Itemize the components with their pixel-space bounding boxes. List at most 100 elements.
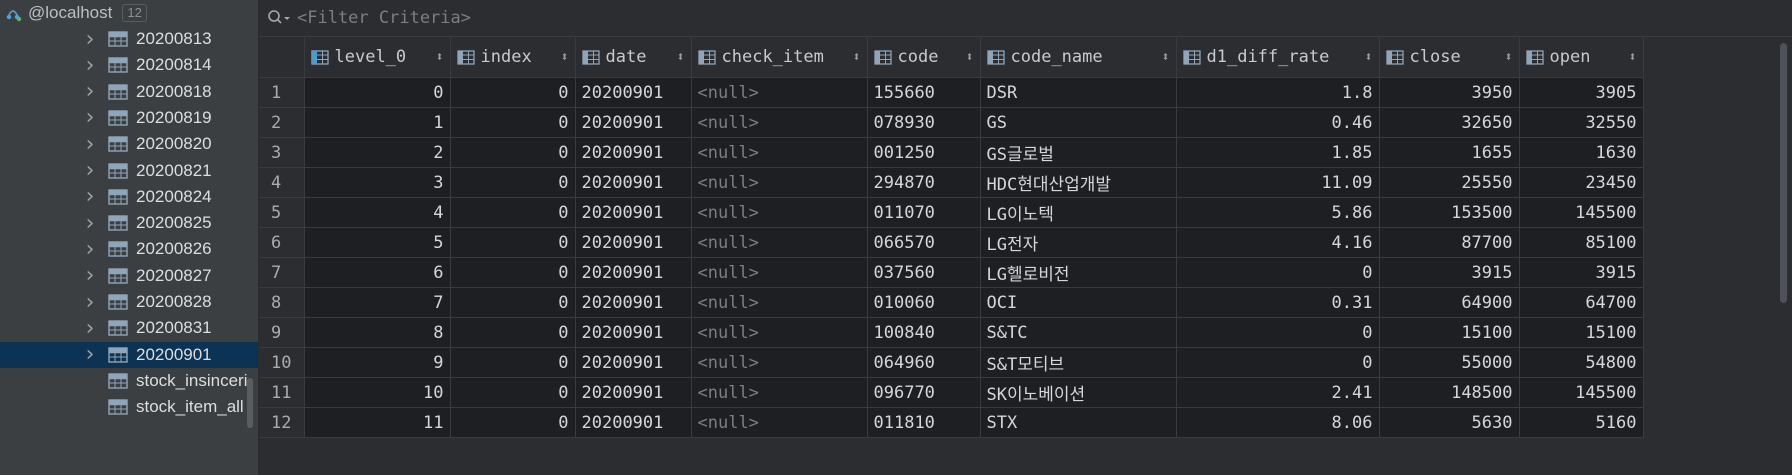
- column-header-code[interactable]: code ⬍: [867, 37, 981, 78]
- cell-code[interactable]: 001250: [867, 137, 981, 168]
- sort-icon[interactable]: ⬍: [1162, 50, 1170, 65]
- tree-item-20200901[interactable]: › 20200901: [0, 341, 258, 368]
- cell-code_name[interactable]: GS: [980, 107, 1177, 138]
- cell-code[interactable]: 011070: [867, 197, 981, 228]
- filter-criteria-input[interactable]: [295, 7, 899, 29]
- cell-open[interactable]: 85100: [1519, 227, 1644, 258]
- chevron-right-icon[interactable]: ›: [80, 132, 100, 157]
- tree-item-20200818[interactable]: › 20200818: [0, 79, 258, 105]
- cell-date[interactable]: 20200901: [575, 377, 692, 408]
- cell-d1_diff_rate[interactable]: 0: [1176, 347, 1380, 378]
- sort-icon[interactable]: ⬍: [561, 50, 569, 65]
- cell-code[interactable]: 100840: [867, 317, 981, 348]
- scroll-thumb[interactable]: [1780, 43, 1787, 303]
- column-header-close[interactable]: close ⬍: [1379, 37, 1520, 78]
- cell-check_item[interactable]: <null>: [691, 287, 868, 318]
- cell-index[interactable]: 0: [450, 107, 576, 138]
- cell-code_name[interactable]: LG이노텍: [980, 197, 1177, 228]
- cell-date[interactable]: 20200901: [575, 107, 692, 138]
- cell-date[interactable]: 20200901: [575, 167, 692, 198]
- tree-item-20200825[interactable]: › 20200825: [0, 210, 258, 236]
- cell-index[interactable]: 0: [450, 407, 576, 438]
- cell-level_0[interactable]: 7: [304, 287, 451, 318]
- cell-open[interactable]: 64700: [1519, 287, 1644, 318]
- cell-close[interactable]: 32650: [1379, 107, 1520, 138]
- cell-code[interactable]: 078930: [867, 107, 981, 138]
- cell-code_name[interactable]: STX: [980, 407, 1177, 438]
- cell-check_item[interactable]: <null>: [691, 377, 868, 408]
- cell-code[interactable]: 064960: [867, 347, 981, 378]
- cell-check_item[interactable]: <null>: [691, 107, 868, 138]
- cell-close[interactable]: 15100: [1379, 317, 1520, 348]
- cell-level_0[interactable]: 2: [304, 137, 451, 168]
- cell-date[interactable]: 20200901: [575, 287, 692, 318]
- table-row[interactable]: 9 8 0 20200901 <null> 100840 S&TC 0 15100 15100: [259, 317, 1644, 348]
- cell-close[interactable]: 5630: [1379, 407, 1520, 438]
- sort-icon[interactable]: ⬍: [436, 50, 444, 65]
- column-header-index[interactable]: index ⬍: [450, 37, 576, 78]
- cell-open[interactable]: 23450: [1519, 167, 1644, 198]
- sort-icon[interactable]: ⬍: [853, 50, 861, 65]
- cell-d1_diff_rate[interactable]: 0.46: [1176, 107, 1380, 138]
- cell-date[interactable]: 20200901: [575, 197, 692, 228]
- cell-code_name[interactable]: HDC현대산업개발: [980, 167, 1177, 198]
- table-row[interactable]: 8 7 0 20200901 <null> 010060 OCI 0.31 64900 64700: [259, 287, 1644, 318]
- cell-level_0[interactable]: 11: [304, 407, 451, 438]
- cell-code[interactable]: 294870: [867, 167, 981, 198]
- cell-check_item[interactable]: <null>: [691, 167, 868, 198]
- cell-close[interactable]: 64900: [1379, 287, 1520, 318]
- tree-item-20200819[interactable]: › 20200819: [0, 105, 258, 131]
- table-row[interactable]: 11 10 0 20200901 <null> 096770 SK이노베이션 2.41 1485…: [259, 377, 1644, 408]
- cell-date[interactable]: 20200901: [575, 227, 692, 258]
- cell-date[interactable]: 20200901: [575, 257, 692, 288]
- cell-code[interactable]: 096770: [867, 377, 981, 408]
- cell-close[interactable]: 148500: [1379, 377, 1520, 408]
- cell-level_0[interactable]: 9: [304, 347, 451, 378]
- cell-close[interactable]: 153500: [1379, 197, 1520, 228]
- cell-open[interactable]: 3905: [1519, 77, 1644, 108]
- table-row[interactable]: 3 2 0 20200901 <null> 001250 GS글로벌 1.85 1655 1630: [259, 137, 1644, 168]
- cell-code[interactable]: 037560: [867, 257, 981, 288]
- cell-index[interactable]: 0: [450, 347, 576, 378]
- column-header-level_0[interactable]: level_0 ⬍: [304, 37, 451, 78]
- column-header-check_item[interactable]: check_item ⬍: [691, 37, 868, 78]
- cell-check_item[interactable]: <null>: [691, 257, 868, 288]
- cell-d1_diff_rate[interactable]: 8.06: [1176, 407, 1380, 438]
- cell-check_item[interactable]: <null>: [691, 77, 868, 108]
- cell-date[interactable]: 20200901: [575, 77, 692, 108]
- tree-item-20200820[interactable]: › 20200820: [0, 131, 258, 157]
- cell-date[interactable]: 20200901: [575, 407, 692, 438]
- cell-index[interactable]: 0: [450, 77, 576, 108]
- cell-d1_diff_rate[interactable]: 1.85: [1176, 137, 1380, 168]
- sort-icon[interactable]: ⬍: [966, 50, 974, 65]
- cell-index[interactable]: 0: [450, 197, 576, 228]
- tree-item-stock_item_all[interactable]: stock_item_all: [0, 394, 258, 420]
- cell-code_name[interactable]: OCI: [980, 287, 1177, 318]
- column-header-open[interactable]: open ⬍: [1519, 37, 1644, 78]
- cell-close[interactable]: 3915: [1379, 257, 1520, 288]
- table-row[interactable]: 12 11 0 20200901 <null> 011810 STX 8.06 5630 5160: [259, 407, 1644, 438]
- cell-code_name[interactable]: SK이노베이션: [980, 377, 1177, 408]
- cell-index[interactable]: 0: [450, 167, 576, 198]
- cell-code_name[interactable]: LG헬로비전: [980, 257, 1177, 288]
- search-icon[interactable]: [267, 9, 291, 27]
- chevron-right-icon[interactable]: ›: [80, 184, 100, 209]
- cell-close[interactable]: 3950: [1379, 77, 1520, 108]
- tree-item-20200826[interactable]: › 20200826: [0, 236, 258, 262]
- cell-index[interactable]: 0: [450, 287, 576, 318]
- cell-level_0[interactable]: 4: [304, 197, 451, 228]
- cell-d1_diff_rate[interactable]: 0: [1176, 257, 1380, 288]
- cell-close[interactable]: 87700: [1379, 227, 1520, 258]
- tree-item-20200813[interactable]: › 20200813: [0, 26, 258, 52]
- grid-vertical-scrollbar[interactable]: [1774, 37, 1792, 475]
- cell-d1_diff_rate[interactable]: 11.09: [1176, 167, 1380, 198]
- cell-level_0[interactable]: 10: [304, 377, 451, 408]
- cell-code[interactable]: 011810: [867, 407, 981, 438]
- cell-date[interactable]: 20200901: [575, 347, 692, 378]
- table-row[interactable]: 6 5 0 20200901 <null> 066570 LG전자 4.16 87700 8510…: [259, 227, 1644, 258]
- cell-date[interactable]: 20200901: [575, 317, 692, 348]
- sort-icon[interactable]: ⬍: [1505, 50, 1513, 65]
- tree-item-20200827[interactable]: › 20200827: [0, 263, 258, 289]
- cell-level_0[interactable]: 8: [304, 317, 451, 348]
- sort-icon[interactable]: ⬍: [1629, 50, 1637, 65]
